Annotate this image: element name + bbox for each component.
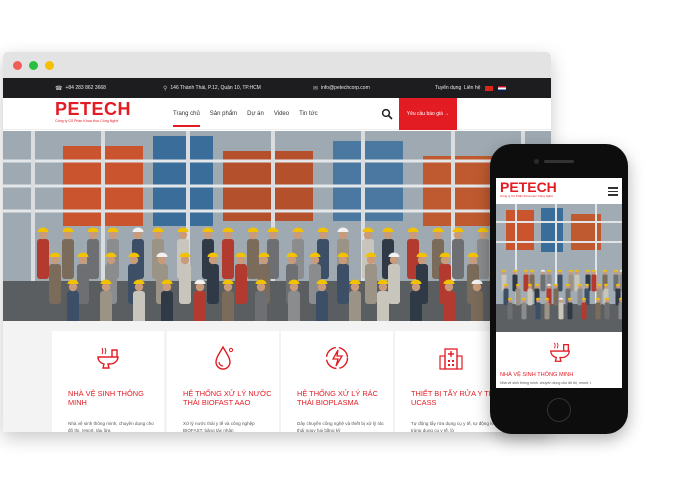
hospital-icon (439, 348, 463, 370)
logo-tagline: Công ty Cổ Phần Khoa Học Công Nghệ (55, 119, 119, 123)
request-quote-button[interactable]: Yêu cầu báo giá → (399, 98, 457, 130)
map-pin-icon: ⚲ (163, 85, 168, 92)
topbar-contact-link[interactable]: Liên hệ (464, 78, 480, 98)
phone-home-button[interactable] (547, 398, 571, 422)
hero-slider[interactable] (3, 131, 551, 321)
card-title: HỆ THỐNG XỬ LÝ RÁC THẢI BIOPLASMA (297, 389, 378, 407)
close-window-dot[interactable] (13, 60, 22, 70)
topbar-phone-text: +84 283 862 3668 (65, 85, 106, 91)
phone-speaker (544, 160, 574, 163)
mobile-team-photo (496, 204, 622, 332)
topbar-email[interactable]: ✉ info@petechcorp.com (313, 78, 370, 98)
card-text: Nhà vệ sinh thông minh, chuyên dụng cho … (68, 421, 154, 432)
petech-logo[interactable]: PETECH Công ty Cổ Phần Khoa Học Công Ngh… (55, 99, 131, 124)
card-biofast[interactable]: HỆ THỐNG XỬ LÝ NƯỚC THẢI BIOFAST AAO Xử … (167, 331, 279, 432)
nav-item-home[interactable]: Trang chủ (173, 98, 200, 130)
mobile-card-smart-toilet[interactable]: NHÀ VỆ SINH THÔNG MINH Nhà vệ sinh thông… (496, 332, 622, 388)
recruit-link-label: Tuyển dụng (435, 85, 462, 91)
main-navbar: PETECH Công ty Cổ Phần Khoa Học Công Ngh… (3, 98, 551, 130)
uk-flag-icon[interactable] (498, 85, 506, 91)
mobile-screen: PETECH Công ty Cổ Phần Khoa Học Công Ngh… (496, 178, 622, 388)
mobile-hero-photo[interactable] (496, 204, 622, 332)
mobile-card-text: Nhà vệ sinh thông minh, chuyên dụng cho … (500, 381, 592, 385)
plasma-icon (325, 346, 349, 370)
toilet-icon (550, 342, 570, 362)
mobile-phone-mockup: PETECH Công ty Cổ Phần Khoa Học Công Ngh… (490, 144, 628, 434)
feature-cards: NHÀ VỆ SINH THÔNG MINH Nhà vệ sinh thông… (3, 321, 551, 432)
maximize-window-dot[interactable] (45, 60, 54, 70)
card-text: Dây chuyền công nghệ và thiết bị xử lý r… (297, 421, 384, 432)
phone-camera (534, 159, 539, 164)
topbar-email-text: info@petechcorp.com (321, 85, 370, 91)
mail-icon: ✉ (313, 85, 319, 92)
water-drop-icon (215, 345, 234, 370)
card-smart-toilet[interactable]: NHÀ VỆ SINH THÔNG MINH Nhà vệ sinh thông… (52, 331, 164, 432)
topbar-address-text: 146 Thành Thái, P.12, Quận 10, TP.HCM (170, 85, 261, 91)
desktop-screen: ☎ +84 283 862 3668 ⚲ 146 Thành Thái, P.1… (3, 78, 551, 432)
minimize-window-dot[interactable] (29, 60, 38, 70)
phone-icon: ☎ (55, 85, 63, 92)
mobile-navbar: PETECH Công ty Cổ Phần Khoa Học Công Ngh… (496, 178, 622, 204)
topbar-phone[interactable]: ☎ +84 283 862 3668 (55, 78, 106, 98)
topbar-address: ⚲ 146 Thành Thái, P.12, Quận 10, TP.HCM (163, 78, 261, 98)
hero-team-photo (3, 131, 551, 321)
mockup-stage: ☎ +84 283 862 3668 ⚲ 146 Thành Thái, P.1… (0, 0, 695, 480)
browser-titlebar (3, 52, 551, 78)
mobile-logo-wordmark[interactable]: PETECH (500, 180, 557, 195)
toilet-icon (97, 347, 119, 369)
desktop-browser-mockup: ☎ +84 283 862 3668 ⚲ 146 Thành Thái, P.1… (3, 52, 551, 432)
contact-link-label: Liên hệ (464, 85, 481, 91)
nav-item-products[interactable]: Sản phẩm (210, 98, 237, 130)
card-text: Tự động tẩy rửa dụng cụ y tế, tự động kh… (411, 421, 499, 432)
card-title: NHÀ VỆ SINH THÔNG MINH (68, 389, 144, 407)
mobile-card-title: NHÀ VỆ SINH THÔNG MINH (500, 372, 574, 378)
main-menu: Trang chủ Sản phẩm Dự án Video Tin tức (173, 98, 318, 130)
hamburger-menu-icon[interactable] (608, 187, 618, 196)
nav-item-projects[interactable]: Dự án (247, 98, 264, 130)
search-icon[interactable] (381, 108, 393, 120)
nav-item-news[interactable]: Tin tức (299, 98, 317, 130)
nav-item-video[interactable]: Video (274, 98, 289, 130)
logo-wordmark: PETECH (55, 99, 132, 119)
topbar-recruit-link[interactable]: Tuyển dụng (435, 78, 461, 98)
top-info-bar: ☎ +84 283 862 3668 ⚲ 146 Thành Thái, P.1… (3, 78, 551, 98)
vietnam-flag-icon[interactable] (485, 85, 493, 91)
card-title: HỆ THỐNG XỬ LÝ NƯỚC THẢI BIOFAST AAO (183, 389, 272, 407)
mobile-logo-tagline: Công ty Cổ Phần Khoa Học Công Nghệ (500, 194, 553, 198)
language-switcher (483, 78, 506, 98)
card-text: Xử lý nước thải y tế và công nghệp BIOFA… (183, 421, 255, 432)
card-bioplasma[interactable]: HỆ THỐNG XỬ LÝ RÁC THẢI BIOPLASMA Dây ch… (281, 331, 393, 432)
